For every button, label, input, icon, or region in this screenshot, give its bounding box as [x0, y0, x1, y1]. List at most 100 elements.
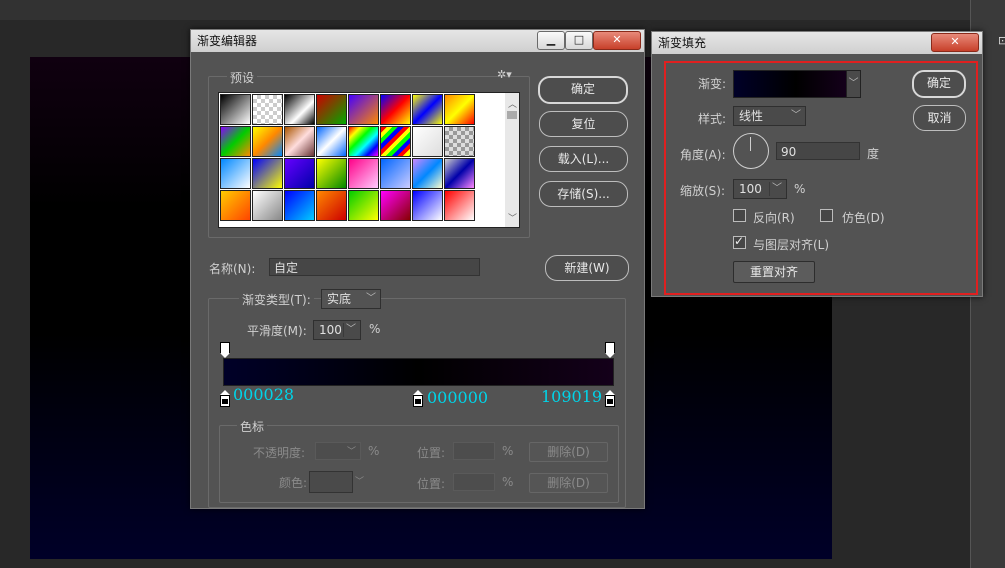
opacity-delete-button: 删除(D) — [529, 442, 608, 462]
scroll-up-icon[interactable]: ︿ — [508, 97, 517, 110]
smoothness-select[interactable]: 100 ﹀ — [313, 320, 361, 340]
fill-ok-button[interactable]: 确定 — [912, 70, 966, 98]
color-delete-button: 删除(D) — [529, 473, 608, 493]
minimize-icon[interactable]: ▁ — [537, 31, 565, 50]
angle-unit: 度 — [867, 147, 880, 161]
preset-swatch[interactable] — [348, 158, 379, 189]
new-button[interactable]: 新建(W) — [545, 255, 629, 281]
preset-swatch[interactable] — [284, 190, 315, 221]
opacity-label: 不透明度: — [253, 446, 306, 460]
preset-swatch[interactable] — [444, 158, 475, 189]
chevron-down-icon: ﹀ — [772, 183, 782, 194]
align-layer-checkbox[interactable] — [733, 234, 746, 249]
angle-dial[interactable] — [733, 133, 769, 169]
preset-swatch[interactable] — [252, 158, 283, 189]
reset-alignment-button[interactable]: 重置对齐 — [733, 261, 815, 283]
color-stop-mid[interactable] — [413, 390, 423, 407]
preset-swatch[interactable] — [316, 158, 347, 189]
color-stops-label: 色标 — [237, 418, 268, 435]
gradient-bar[interactable] — [223, 358, 614, 386]
preset-swatch[interactable] — [220, 158, 251, 189]
name-label: 名称(N): — [209, 262, 256, 276]
scale-select[interactable]: 100 ﹀ — [733, 179, 787, 199]
preset-swatch[interactable] — [252, 94, 283, 125]
gradient-type-select[interactable]: 实底 ﹀ — [321, 289, 381, 309]
scroll-thumb[interactable] — [507, 111, 517, 119]
angle-input[interactable]: 90 — [776, 142, 860, 160]
preset-swatch[interactable] — [380, 158, 411, 189]
chevron-down-icon: ﹀ — [346, 324, 356, 335]
smoothness-value: 100 — [319, 323, 342, 337]
style-select[interactable]: 线性 ﹀ — [733, 106, 806, 126]
preset-swatch[interactable] — [348, 190, 379, 221]
preset-swatch[interactable] — [220, 126, 251, 157]
preset-swatch[interactable] — [316, 190, 347, 221]
chevron-down-icon: ﹀ — [791, 110, 801, 121]
opacity-location-label: 位置: — [417, 446, 446, 460]
preset-swatch[interactable] — [284, 126, 315, 157]
color-label: 颜色: — [279, 476, 308, 490]
angle-label: 角度(A): — [680, 148, 726, 162]
presets-scrollbar[interactable]: ︿ ﹀ — [505, 93, 519, 227]
color-stop-right[interactable] — [605, 390, 615, 407]
preset-swatch[interactable] — [412, 158, 443, 189]
preset-swatch[interactable] — [284, 94, 315, 125]
preset-swatch[interactable] — [444, 94, 475, 125]
preset-swatch[interactable] — [380, 94, 411, 125]
reverse-checkbox[interactable] — [733, 209, 746, 222]
scale-value: 100 — [739, 182, 762, 196]
gradient-fill-dialog: 渐变填充 ✕ 渐变: ﹀ 确定 取消 样式: 线性 ﹀ 角度(A): 90 度 … — [651, 31, 983, 297]
dither-label: 仿色(D) — [842, 211, 885, 225]
preset-swatch[interactable] — [412, 94, 443, 125]
gradient-editor-titlebar[interactable]: 渐变编辑器 ▁ □ ✕ — [191, 30, 644, 52]
preset-swatch[interactable] — [252, 126, 283, 157]
gradient-type-label: 渐变类型(T): — [239, 291, 314, 308]
name-input[interactable]: 自定 — [269, 258, 480, 276]
opacity-stop-right[interactable] — [605, 342, 615, 358]
preset-swatch[interactable] — [412, 190, 443, 221]
gradient-preview[interactable] — [733, 70, 847, 98]
reset-button[interactable]: 复位 — [539, 111, 628, 137]
close-icon[interactable]: ✕ — [931, 33, 979, 52]
gradient-fill-titlebar[interactable]: 渐变填充 ✕ — [652, 32, 982, 54]
preset-swatch[interactable] — [316, 126, 347, 157]
close-icon[interactable]: ✕ — [593, 31, 641, 50]
angle-needle — [750, 137, 751, 151]
preset-swatch[interactable] — [284, 158, 315, 189]
save-button[interactable]: 存储(S)... — [539, 181, 628, 207]
preset-swatch[interactable] — [316, 94, 347, 125]
color-swatch — [309, 471, 353, 493]
fill-cancel-button[interactable]: 取消 — [913, 105, 966, 131]
gradient-editor-dialog: 渐变编辑器 ▁ □ ✕ 预设 ✲▾ ︿ ﹀ 确定 复位 载入(L)... 存储(… — [190, 29, 645, 509]
preset-swatch[interactable] — [412, 126, 443, 157]
scroll-down-icon[interactable]: ﹀ — [508, 211, 517, 224]
load-button[interactable]: 载入(L)... — [539, 146, 628, 172]
preset-swatch[interactable] — [220, 94, 251, 125]
scale-label: 缩放(S): — [680, 184, 726, 198]
color-annotation-right: 109019 — [541, 387, 603, 406]
color-location-percent: % — [502, 475, 514, 489]
style-label: 样式: — [698, 112, 727, 126]
opacity-location-percent: % — [502, 444, 514, 458]
preset-swatch[interactable] — [220, 190, 251, 221]
maximize-icon[interactable]: □ — [565, 31, 593, 50]
chevron-down-icon: ﹀ — [355, 477, 365, 487]
preset-swatch[interactable] — [444, 190, 475, 221]
preset-swatch[interactable] — [444, 126, 475, 157]
presets-gear-icon[interactable]: ✲▾ — [497, 68, 512, 81]
chevron-down-icon[interactable]: ﹀ — [846, 70, 861, 98]
color-annotation-left: 000028 — [233, 385, 295, 404]
preset-swatch[interactable] — [348, 126, 379, 157]
preset-swatch[interactable] — [348, 94, 379, 125]
dither-checkbox[interactable] — [820, 209, 833, 222]
preset-swatch[interactable] — [380, 126, 411, 157]
color-stop-left[interactable] — [220, 390, 230, 407]
preset-swatch[interactable] — [380, 190, 411, 221]
opacity-stop-left[interactable] — [220, 342, 230, 358]
dialog-title: 渐变填充 — [658, 36, 707, 50]
align-layer-label: 与图层对齐(L) — [753, 238, 830, 252]
preset-swatch[interactable] — [252, 190, 283, 221]
chevron-down-icon: ﹀ — [366, 293, 376, 304]
presets-grid[interactable]: ︿ ﹀ — [218, 92, 520, 228]
ok-button[interactable]: 确定 — [538, 76, 628, 104]
